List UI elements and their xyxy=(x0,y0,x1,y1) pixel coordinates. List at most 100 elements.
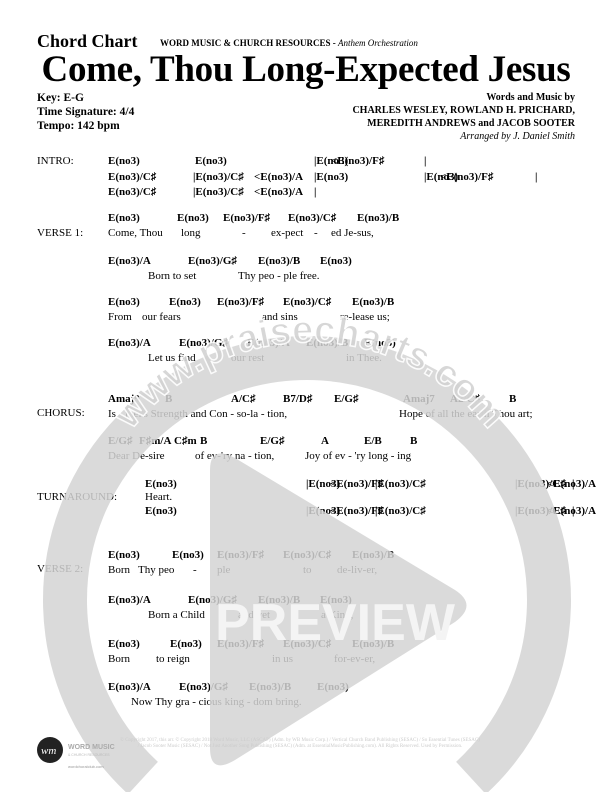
lyric: Dear De-sire xyxy=(108,450,165,462)
chord: E(no3)/A xyxy=(108,594,151,606)
chord: E(no3)/C♯ xyxy=(283,638,332,650)
chord: E(no3) xyxy=(320,255,352,267)
lyric: Come, Thou xyxy=(108,227,163,239)
chord: E/G♯ xyxy=(260,435,285,447)
lyric: Thy peo xyxy=(138,564,175,576)
lyric: our rest xyxy=(231,352,265,364)
lyric: Hope of all the earth Thou art; xyxy=(399,408,533,420)
chord: <E(no3)/A xyxy=(254,186,304,198)
chord: E(no3) xyxy=(108,638,140,650)
chord: E/B xyxy=(364,435,382,447)
chord: E(no3) xyxy=(108,212,140,224)
lyric: Is - rael's Strength and Con - so-la - t… xyxy=(108,408,288,420)
chord: E(no3) xyxy=(108,549,140,561)
chord: |E(no3)/C♯ xyxy=(375,505,426,517)
chord: E/G♯ xyxy=(334,393,359,405)
chord: E(no3)/B xyxy=(357,212,400,224)
svg-text:WORD MUSIC: WORD MUSIC xyxy=(68,744,115,751)
chord: E(no3)/A xyxy=(108,337,151,349)
chord: F♯m/A xyxy=(139,435,172,447)
chord: E(no3) xyxy=(177,212,209,224)
chord: B7/D♯ xyxy=(283,393,313,405)
section-label-verse2: VERSE 2: xyxy=(37,563,84,575)
chord: A2/C♯ xyxy=(450,393,480,405)
chord: E(no3)/F♯ xyxy=(217,638,265,650)
chord: <E(no3)/A xyxy=(254,171,304,183)
section-label-chorus: CHORUS: xyxy=(37,407,85,419)
chord: E(no3)/C♯ xyxy=(288,212,337,224)
chord: E(no3)/G♯ xyxy=(188,255,237,267)
chord: E(no3)/A xyxy=(108,255,151,267)
lyric: Now Thy gra - cious king - dom bring. xyxy=(131,696,302,708)
lyric: of ev-'ry na - tion, xyxy=(195,450,275,462)
chord: B xyxy=(509,393,517,405)
lyric: Let us find xyxy=(148,352,196,364)
chord: E(no3)/C♯ xyxy=(108,186,157,198)
chord: B xyxy=(410,435,418,447)
publisher: WORD MUSIC & CHURCH RESOURCES xyxy=(160,38,331,48)
lyric: long xyxy=(181,227,201,239)
svg-text:wm: wm xyxy=(41,745,56,757)
chord: Amaj9 xyxy=(108,393,140,405)
lyric: for-ev-er, xyxy=(334,653,376,665)
chord: E(no3) xyxy=(317,681,349,693)
chord: C♯m xyxy=(174,435,197,447)
credits-line: MEREDITH ANDREWS and JACOB SOOTER xyxy=(367,118,575,129)
chord: E(no3) xyxy=(108,296,140,308)
chord: E(no3)/A xyxy=(247,337,290,349)
chord: E(no3)/G♯ xyxy=(179,337,228,349)
chord: E(no3) xyxy=(108,155,140,167)
chord: E(no3)/C♯ xyxy=(283,549,332,561)
lyric: Heart. xyxy=(145,491,173,503)
lyric: re-lease us; xyxy=(340,311,390,323)
section-label-verse1: VERSE 1: xyxy=(37,227,84,239)
key: Key: E-G xyxy=(37,92,84,104)
chord: | xyxy=(535,171,538,183)
lyric: Born a Child xyxy=(148,609,205,621)
lyric: ple xyxy=(217,564,231,576)
credits-label: Words and Music by xyxy=(486,92,575,103)
chord: |E(no3)/C♯ xyxy=(375,478,426,490)
lyric: de-liv-er, xyxy=(337,564,378,576)
chord: A xyxy=(321,435,329,447)
chord: E(no3)/F♯ xyxy=(217,296,265,308)
svg-text:& CHURCH RESOURCES: & CHURCH RESOURCES xyxy=(68,753,110,757)
publisher-line: WORD MUSIC & CHURCH RESOURCES - Anthem O… xyxy=(160,38,418,48)
lyric: and yet xyxy=(238,609,271,621)
lyric: Born to set xyxy=(148,270,197,282)
chord: |E(no3)/C♯ xyxy=(193,171,244,183)
chord: E(no3) xyxy=(364,337,396,349)
chord: E(no3) xyxy=(169,296,201,308)
lyric: - xyxy=(193,564,197,576)
chord: E(no3)/F♯ xyxy=(223,212,271,224)
lyric: our fears xyxy=(142,311,181,323)
lyric: From xyxy=(108,311,132,323)
chord: A/C♯ xyxy=(231,393,256,405)
lyric: ex-pect xyxy=(271,227,304,239)
chord: | xyxy=(424,155,427,167)
chord: | xyxy=(314,186,317,198)
chord: E(no3)/C♯ xyxy=(108,171,157,183)
chord: E(no3)/B xyxy=(258,255,301,267)
chord: E(no3) xyxy=(145,478,177,490)
lyric: Born xyxy=(108,653,130,665)
chord: E(no3) xyxy=(145,505,177,517)
section-label-intro: INTRO: xyxy=(37,155,74,167)
copyright: © Copyright 2017, this arr. © Copyright … xyxy=(120,738,480,749)
chord: E(no3)/B xyxy=(352,638,395,650)
chord: E(no3)/B xyxy=(306,337,349,349)
tempo: Tempo: 142 bpm xyxy=(37,120,120,132)
lyric: a King, xyxy=(321,609,354,621)
lyric: Thy peo - ple free. xyxy=(238,270,320,282)
lyric: and sins xyxy=(262,311,298,323)
chord: <E(no3)/F♯ xyxy=(440,171,494,183)
chord: Amaj7 xyxy=(403,393,435,405)
chord: E(no3)/G♯ xyxy=(179,681,228,693)
chord: E(no3)/A xyxy=(108,681,151,693)
lyric: in Thee. xyxy=(346,352,382,364)
chord: E(no3)/C♯ xyxy=(283,296,332,308)
lyric: to reign xyxy=(156,653,190,665)
lyric: Joy of ev - 'ry long - ing xyxy=(305,450,412,462)
chord: B xyxy=(200,435,208,447)
chord: E(no3) xyxy=(320,594,352,606)
